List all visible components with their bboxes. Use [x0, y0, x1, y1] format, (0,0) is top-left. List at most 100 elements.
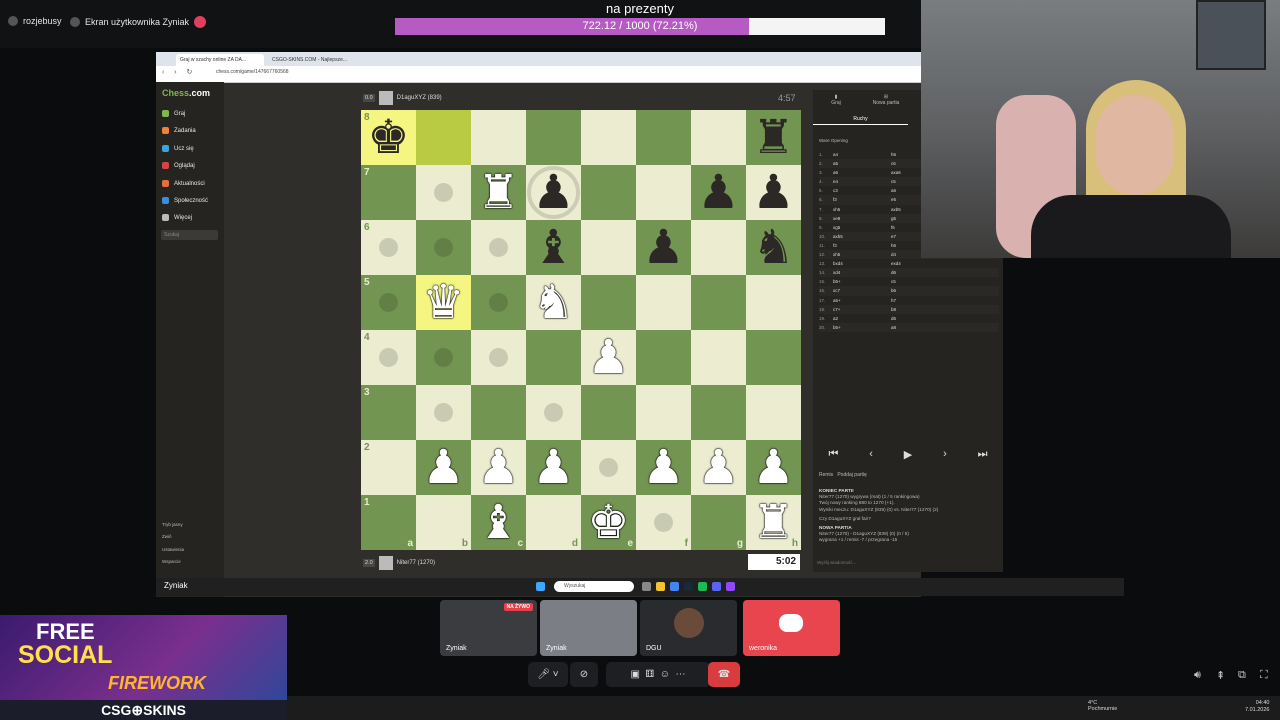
taskbar-search-input[interactable]: Wyszukaj [554, 581, 634, 592]
white-pawn-icon[interactable]: ♟ [581, 330, 636, 385]
file-explorer-icon[interactable] [656, 582, 665, 591]
square-d1[interactable]: d [526, 495, 581, 550]
black-king-icon[interactable]: ♚ [361, 110, 416, 165]
black-bishop-icon[interactable]: ♝ [526, 220, 581, 275]
support-link[interactable]: Wsparcie [162, 559, 181, 564]
white-move[interactable]: a5+ [829, 296, 891, 305]
steam-icon[interactable] [684, 582, 693, 591]
square-d3[interactable] [526, 385, 581, 440]
square-f1[interactable]: f [636, 495, 691, 550]
last-move-icon[interactable]: ⏭ [978, 448, 988, 461]
square-c6[interactable] [471, 220, 526, 275]
square-a7[interactable]: 7 [361, 165, 416, 220]
white-rook-icon[interactable]: ♜ [746, 495, 801, 550]
legal-move-dot[interactable] [489, 348, 508, 367]
square-f8[interactable] [636, 110, 691, 165]
square-h8[interactable]: ♜ [746, 110, 801, 165]
square-e7[interactable] [581, 165, 636, 220]
volume-icon[interactable]: 🔊︎ [1194, 669, 1201, 682]
black-pawn-icon[interactable]: ♟ [636, 220, 691, 275]
weather-widget[interactable]: 4°C Pochmurnie [1088, 700, 1117, 712]
black-move[interactable]: b6 [891, 286, 949, 295]
call-tile-weronika[interactable]: weronika [743, 600, 840, 656]
square-h7[interactable]: ♟ [746, 165, 801, 220]
black-pawn-icon[interactable]: ♟ [691, 165, 746, 220]
popout-icon[interactable]: ⧉ [1238, 669, 1246, 682]
square-g8[interactable] [691, 110, 746, 165]
square-e6[interactable] [581, 220, 636, 275]
square-b5[interactable]: ♛ [416, 275, 471, 330]
square-c3[interactable] [471, 385, 526, 440]
legal-move-dot[interactable] [489, 293, 508, 312]
white-pawn-icon[interactable]: ♟ [691, 440, 746, 495]
square-d7[interactable]: ♟ [526, 165, 581, 220]
resign-button[interactable]: Poddaj partię [837, 472, 866, 478]
browser-tab-csgo[interactable]: CSGO-SKINS.COM - Najlepsze... [268, 54, 356, 66]
white-knight-icon[interactable]: ♞ [526, 275, 581, 330]
square-h5[interactable] [746, 275, 801, 330]
white-move[interactable]: f3 [829, 241, 891, 250]
white-move[interactable]: e4 [829, 177, 891, 186]
square-b8[interactable] [416, 110, 471, 165]
csgo-skins-ad[interactable]: FREE SOCIAL FIREWORK CSG⊕SKINS [0, 615, 287, 720]
white-move[interactable]: b5+ [829, 323, 891, 332]
square-e5[interactable] [581, 275, 636, 330]
square-c4[interactable] [471, 330, 526, 385]
windows-start-icon[interactable] [536, 582, 545, 591]
legal-move-dot[interactable] [434, 348, 453, 367]
square-a1[interactable]: 1a [361, 495, 416, 550]
bottom-player-name[interactable]: Niter77 (1270) [397, 560, 435, 566]
square-g7[interactable]: ♟ [691, 165, 746, 220]
square-a4[interactable]: 4 [361, 330, 416, 385]
square-h4[interactable] [746, 330, 801, 385]
square-h2[interactable]: ♟ [746, 440, 801, 495]
legal-move-dot[interactable] [434, 403, 453, 422]
stream-user[interactable]: rozjebusy [8, 16, 62, 26]
white-pawn-icon[interactable]: ♟ [526, 440, 581, 495]
square-g1[interactable]: g [691, 495, 746, 550]
white-move[interactable]: a6 [829, 168, 891, 177]
light-mode-toggle[interactable]: Tryb jasny [162, 522, 183, 527]
black-rook-icon[interactable]: ♜ [746, 110, 801, 165]
legal-move-dot[interactable] [599, 458, 618, 477]
square-g5[interactable] [691, 275, 746, 330]
first-move-icon[interactable]: ⏮ [828, 448, 838, 461]
legal-move-dot[interactable] [379, 348, 398, 367]
white-move[interactable]: xg5 [829, 223, 891, 232]
square-b4[interactable] [416, 330, 471, 385]
tab-moves[interactable]: Ruchy [813, 116, 908, 125]
sidebar-item-more[interactable]: Więcej [162, 214, 192, 221]
white-move[interactable]: xh5 [829, 250, 891, 259]
sidebar-search-input[interactable]: Szukaj [161, 230, 218, 240]
square-d6[interactable]: ♝ [526, 220, 581, 275]
twitch-icon[interactable] [726, 582, 735, 591]
square-d4[interactable] [526, 330, 581, 385]
chess-board[interactable]: 8 ♚ ♜ 7 ♜ ♟ ♟ ♟ 6 ♝ ♟ ♞ 5 ♛ ♞ 4 ♟ 3 2 ♟ ♟ ♟ ♟ ♟ ♟ 1 a b c ♝ d e ♚ f g h ♜ [361, 110, 801, 550]
black-move[interactable]: d6 [891, 268, 949, 277]
fullscreen-icon[interactable]: ⛶ [1260, 669, 1268, 682]
white-move[interactable]: a2 [829, 314, 891, 323]
white-pawn-icon[interactable]: ♟ [471, 440, 526, 495]
sidebar-item-social[interactable]: Społeczność [162, 197, 208, 204]
white-move[interactable]: b5+ [829, 277, 891, 286]
collapse-button[interactable]: Zwiń [162, 534, 172, 539]
black-move[interactable]: a8 [891, 323, 949, 332]
square-h1[interactable]: h ♜ [746, 495, 801, 550]
square-c5[interactable] [471, 275, 526, 330]
square-g3[interactable] [691, 385, 746, 440]
square-h6[interactable]: ♞ [746, 220, 801, 275]
white-pawn-icon[interactable]: ♟ [636, 440, 691, 495]
browser-tab-chess[interactable]: Graj w szachy online ZA DA... [176, 54, 264, 66]
square-e4[interactable]: ♟ [581, 330, 636, 385]
chrome-icon[interactable] [670, 582, 679, 591]
square-g4[interactable] [691, 330, 746, 385]
tab-new-game[interactable]: ⊞ Nowa partia [868, 94, 904, 106]
white-pawn-icon[interactable]: ♟ [416, 440, 471, 495]
call-tile-dgu[interactable]: DGU [640, 600, 737, 656]
pin-icon[interactable]: ⇞ [1216, 669, 1225, 682]
browser-nav-icons[interactable]: ‹ › ↻ [162, 68, 196, 76]
tab-play[interactable]: ▮ Graj [829, 94, 843, 106]
legal-move-dot[interactable] [544, 403, 563, 422]
white-bishop-icon[interactable]: ♝ [471, 495, 526, 550]
square-f2[interactable]: ♟ [636, 440, 691, 495]
